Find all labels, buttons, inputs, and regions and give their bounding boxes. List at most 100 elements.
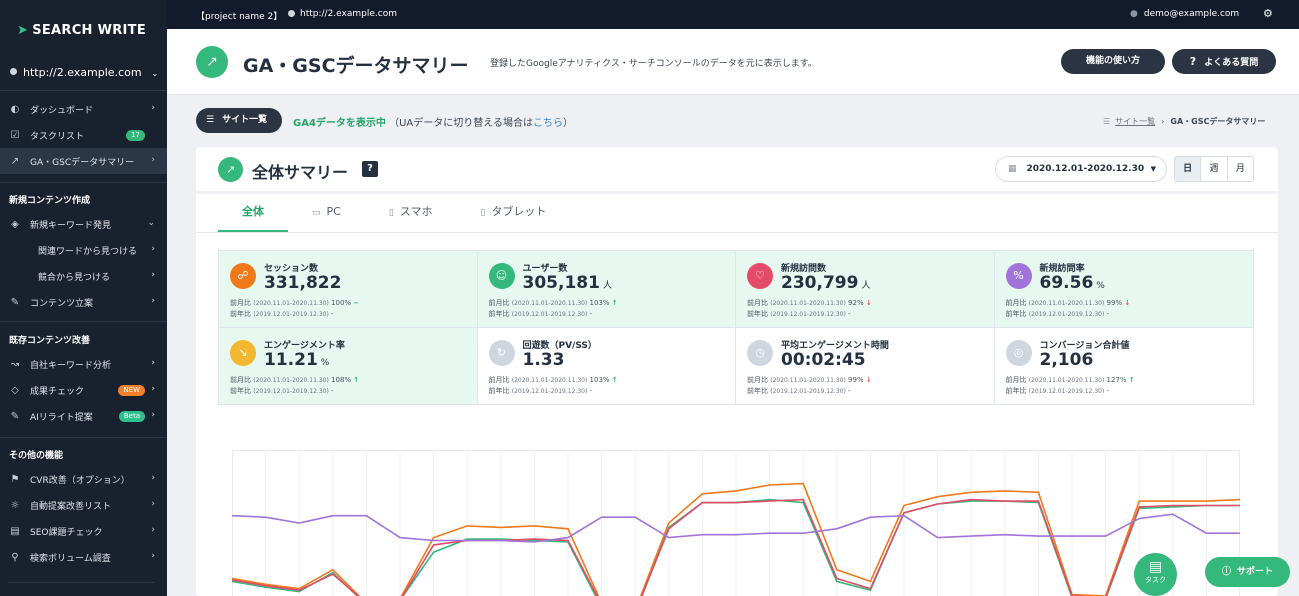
site-url-text: http://2.example.com (300, 9, 397, 19)
sidebar-item-label: 成果チェック (30, 386, 85, 397)
metric-mom: 前月比 (2020.11.01-2020.11.30) 100% − (230, 298, 359, 308)
sidebar-item-dashboard[interactable]: ◐ ダッシュボード › (0, 96, 167, 122)
mom-label: 前月比 (747, 299, 768, 307)
mom-range: (2020.11.01-2020.11.30) (770, 376, 846, 384)
share-icon: ☍ (230, 263, 256, 289)
metric-mom: 前月比 (2020.11.01-2020.11.30) 108% ↑ (230, 375, 359, 385)
sidebar: ➤ SEARCH WRITE http://2.example.com ⌄ ◐ ダッシ… (0, 0, 167, 596)
user-account[interactable]: ● demo@example.com (1130, 9, 1239, 19)
sidebar-item-competitors[interactable]: 競合から見つける › (0, 263, 167, 289)
metric-value: 2,106 (1040, 350, 1097, 370)
tab-label: スマホ (399, 205, 433, 218)
new-badge: NEW (118, 385, 145, 396)
sidebar-item-cvr[interactable]: ⚑ CVR改善（オプション） › (0, 466, 167, 492)
sidebar-section-existing: 既存コンテンツ改善 (9, 336, 91, 346)
sidebar-item-content-plan[interactable]: ✎ コンテンツ立案 › (0, 289, 167, 315)
metric-value-text: 69.56 (1039, 273, 1094, 293)
sidebar-item-search-volume[interactable]: ⚲ 検索ボリューム調査 › (0, 544, 167, 570)
sidebar-item-tasklist[interactable]: ☑ タスクリスト 17 (0, 122, 167, 148)
mom-percent: 92% (848, 299, 864, 307)
gear-icon[interactable]: ⚙ (1263, 7, 1273, 20)
up-arrow-icon: ↑ (611, 375, 618, 384)
tab-pc[interactable]: ▭ PC (288, 194, 365, 232)
chevron-right-icon: › (151, 244, 155, 254)
yoy-label: 前年比 (230, 310, 251, 318)
sidebar-item-result-check[interactable]: ◇ 成果チェック NEW › (0, 377, 167, 403)
calendar-icon: ▦ (1008, 164, 1017, 174)
sidebar-item-ga-gsc-summary[interactable]: ↗ GA・GSCデータサマリー › (0, 148, 167, 174)
breadcrumb-site-list[interactable]: サイト一覧 (1115, 117, 1155, 126)
period-toggle: 日 週 月 (1174, 156, 1254, 182)
down-arrow-icon: ↓ (865, 299, 872, 307)
user-email: demo@example.com (1143, 9, 1240, 19)
sidebar-item-related-words[interactable]: 関連ワードから見つける › (0, 237, 167, 263)
faq-button[interactable]: ? よくある質問 (1172, 49, 1276, 74)
mom-label: 前月比 (1005, 375, 1027, 384)
period-month[interactable]: 月 (1226, 157, 1253, 181)
page-header: ↗ GA・GSCデータサマリー 登録したGoogleアナリティクス・サーチコンソ… (167, 29, 1299, 95)
mom-percent: 127% (1106, 375, 1127, 384)
yoy-label: 前年比 (488, 310, 510, 318)
metric-yoy: 前年比 (2019.12.01-2019.12.30) - (489, 386, 593, 396)
help-icon[interactable]: ? (362, 161, 378, 177)
usage-button[interactable]: 機能の使い方 (1061, 49, 1165, 74)
tag-icon: ◇ (11, 384, 19, 396)
yoy-range: (2019.12.01-2019.12.30) (770, 311, 846, 318)
switch-ua-link[interactable]: こちら (533, 118, 563, 129)
yoy-range: (2019.12.01-2019.12.30) (1028, 387, 1105, 395)
yoy-range: (2019.12.01-2019.12.30) (253, 311, 329, 318)
metric-tile: % 新規訪問率 69.56% 前月比 (2020.11.01-2020.11.30) … (994, 251, 1253, 328)
sidebar-item-ai-rewrite[interactable]: ✎ AIリライト提案 Beta › (0, 403, 167, 429)
metric-value-text: 00:02:45 (781, 349, 866, 370)
support-button-label: サポート (1237, 567, 1274, 577)
metric-value-text: 230,799 (781, 273, 859, 293)
sidebar-item-new-keyword[interactable]: ◈ 新規キーワード発見 ⌄ (0, 211, 167, 237)
sidebar-item-seo-check[interactable]: ▤ SEO課題チェック › (0, 518, 167, 544)
edit-icon: ✎ (10, 296, 20, 308)
tab-tablet[interactable]: ▯ タブレット (456, 194, 570, 232)
sidebar-item-own-keyword[interactable]: ↝ 自社キーワード分析 › (0, 351, 167, 377)
mom-range: (2020.11.01-2020.11.30) (511, 376, 588, 384)
metric-mom: 前月比 (2020.11.01-2020.11.30) 92% ↓ (747, 298, 872, 308)
edit-icon: ✎ (10, 410, 20, 422)
date-range-select[interactable]: ▦ 2020.12.01-2020.12.30 ▼ (995, 156, 1167, 182)
project-name[interactable]: 【project name 2】 (196, 9, 282, 22)
chevron-right-icon: › (151, 358, 155, 368)
mom-range: (2020.11.01-2020.11.30) (253, 376, 329, 384)
period-week[interactable]: 週 (1200, 157, 1226, 181)
sidebar-divider (8, 582, 154, 583)
metric-yoy: 前年比 (2019.12.01-2019.12.30) - (747, 386, 851, 396)
yoy-label: 前年比 (230, 386, 251, 395)
list-icon: ▤ (10, 525, 20, 537)
up-arrow-icon: ↑ (353, 375, 360, 384)
period-day[interactable]: 日 (1175, 157, 1201, 181)
yoy-range: (2019.12.01-2019.12.30) (511, 311, 588, 318)
metric-unit: 人 (861, 281, 871, 291)
sidebar-item-label: 関連ワードから見つける (38, 246, 138, 257)
flat-arrow-icon: − (353, 299, 360, 307)
metrics-line-chart (231, 450, 1241, 596)
site-url[interactable]: http://2.example.com (288, 9, 397, 19)
percent-icon: % (1005, 263, 1032, 289)
yoy-range: (2019.12.01-2019.12.30) (511, 387, 588, 395)
task-fab-button[interactable]: ▤ タスク (1134, 553, 1177, 596)
page-title: GA・GSCデータサマリー (243, 55, 469, 77)
metric-value: 11.21% (264, 350, 329, 370)
metric-value: 1.33 (523, 350, 568, 370)
tab-all[interactable]: 全体 (218, 194, 288, 232)
site-list-button[interactable]: ☰ サイト一覧 (196, 108, 282, 133)
site-list-label: サイト一覧 (222, 115, 268, 125)
smartphone-icon: ▯ (388, 208, 394, 218)
site-selector[interactable]: http://2.example.com ⌄ (10, 66, 158, 79)
support-button[interactable]: ⓘ サポート (1205, 557, 1290, 587)
task-fab-label: タスク (1145, 576, 1166, 584)
logo[interactable]: ➤ SEARCH WRITE (17, 23, 146, 38)
mom-range: (2020.11.01-2020.11.30) (1028, 376, 1105, 384)
metric-yoy: 前年比 (2019.12.01-2019.12.30) - (489, 309, 593, 319)
beta-badge: Beta (118, 411, 145, 422)
chevron-right-icon: › (151, 499, 155, 509)
up-arrow-icon: ↑ (611, 299, 618, 307)
tab-smartphone[interactable]: ▯ スマホ (365, 194, 457, 232)
sidebar-item-auto-suggest[interactable]: ☼ 自動提案改善リスト › (0, 492, 167, 518)
chart-line-icon: ↗ (10, 155, 20, 167)
